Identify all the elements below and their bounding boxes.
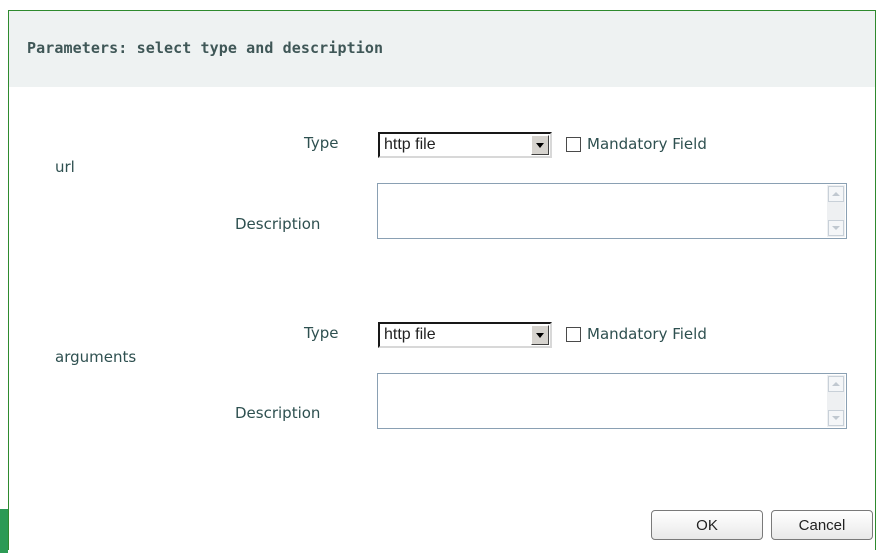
url-description-scrollbar[interactable]	[827, 185, 845, 237]
type-label: Type	[304, 134, 339, 152]
url-type-value: http file	[384, 136, 436, 153]
scroll-up-icon[interactable]	[828, 186, 844, 202]
url-description-textarea[interactable]	[377, 183, 847, 239]
url-type-select[interactable]: http file	[378, 132, 552, 158]
arguments-mandatory-checkbox[interactable]	[566, 327, 581, 342]
url-mandatory-checkbox[interactable]	[566, 137, 581, 152]
scroll-down-icon[interactable]	[828, 410, 844, 426]
scroll-up-icon[interactable]	[828, 376, 844, 392]
description-label: Description	[235, 404, 321, 422]
parameters-dialog: Parameters: select type and description …	[8, 10, 876, 550]
type-label: Type	[304, 324, 339, 342]
param-name-url: url	[55, 158, 75, 176]
dialog-title: Parameters: select type and description	[27, 39, 384, 57]
arguments-description-scrollbar[interactable]	[827, 375, 845, 427]
url-mandatory-label: Mandatory Field	[587, 135, 707, 153]
arguments-mandatory-label: Mandatory Field	[587, 325, 707, 343]
arguments-type-value: http file	[384, 326, 436, 343]
right-edge	[876, 10, 885, 553]
description-label: Description	[235, 215, 321, 233]
cancel-button[interactable]: Cancel	[771, 510, 873, 540]
scroll-down-icon[interactable]	[828, 220, 844, 236]
ok-button[interactable]: OK	[651, 510, 763, 540]
arguments-type-select[interactable]: http file	[378, 322, 552, 348]
chevron-down-icon[interactable]	[531, 135, 549, 155]
arguments-description-textarea[interactable]	[377, 373, 847, 429]
chevron-down-icon[interactable]	[531, 325, 549, 345]
dialog-header: Parameters: select type and description	[9, 11, 875, 87]
background-accent-strip	[0, 509, 8, 553]
param-name-arguments: arguments	[55, 348, 137, 366]
